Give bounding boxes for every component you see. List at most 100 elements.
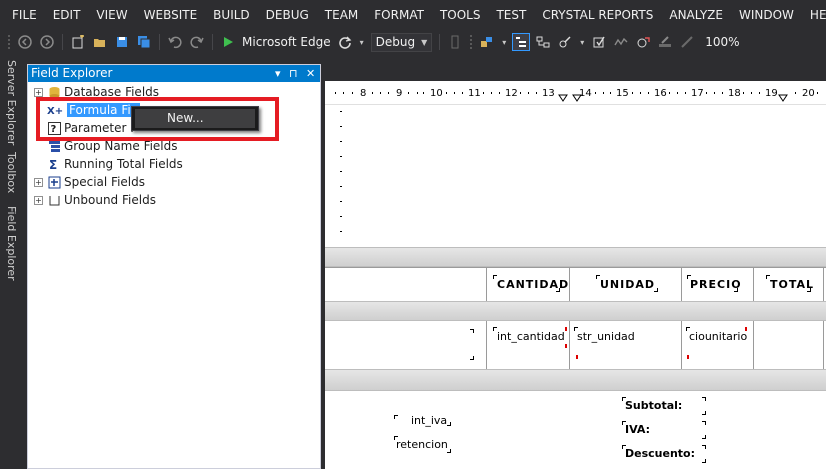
section-separator[interactable] (325, 369, 826, 391)
footer-label-descuento[interactable]: Descuento: (625, 447, 695, 460)
toolbar-separator (62, 34, 63, 50)
toolbox-tab[interactable]: Toolbox (4, 152, 18, 193)
menu-analyze[interactable]: ANALYZE (661, 0, 731, 31)
menu-help[interactable]: HELP (802, 0, 826, 31)
window-position-icon[interactable]: ▾ (275, 65, 281, 82)
unbound-fields-icon (47, 193, 61, 207)
footer-retencion[interactable]: retencion (396, 438, 448, 451)
expert-icon[interactable] (590, 33, 608, 51)
section-separator[interactable] (325, 247, 826, 267)
context-menu-new[interactable]: New... (135, 109, 255, 128)
group-name-icon (47, 139, 61, 153)
redo-icon[interactable] (188, 33, 206, 51)
footer-label-subtotal[interactable]: Subtotal: (625, 399, 682, 412)
special-fields-icon (47, 175, 61, 189)
menu-build[interactable]: BUILD (205, 0, 257, 31)
detail-ciounitario[interactable]: ciounitario (689, 330, 747, 343)
context-menu: New... (131, 106, 259, 131)
toolbar-grip[interactable] (469, 34, 474, 50)
menu-view[interactable]: VIEW (88, 0, 135, 31)
browser-label[interactable]: Microsoft Edge (242, 35, 331, 49)
refresh-icon[interactable] (336, 33, 354, 51)
menu-window[interactable]: WINDOW (731, 0, 802, 31)
tree-item-special-fields[interactable]: + Special Fields (34, 173, 145, 191)
column-line (753, 267, 754, 301)
server-explorer-tab[interactable]: Server Explorer (4, 60, 18, 145)
standard-toolbar: Microsoft Edge ▾ Debug ▼ ▾ ▾ 100% (0, 31, 826, 53)
menu-bar: FILE EDIT VIEW WEBSITE BUILD DEBUG TEAM … (0, 0, 826, 31)
zoom-value: 100% (705, 35, 740, 49)
section-guide-dots (340, 111, 346, 241)
run-icon[interactable] (219, 33, 237, 51)
header-unidad[interactable]: UNIDAD (600, 278, 655, 291)
chevron-down-icon: ▼ (421, 37, 428, 47)
tree-item-running-total-fields[interactable]: Σ Running Total Fields (34, 155, 183, 173)
zoom-select[interactable]: 100% (701, 33, 743, 52)
tree-item-unbound-fields[interactable]: + Unbound Fields (34, 191, 156, 209)
back-icon[interactable] (16, 33, 34, 51)
save-all-icon[interactable] (135, 33, 153, 51)
chevron-down-icon[interactable]: ▾ (500, 33, 508, 51)
menu-format[interactable]: FORMAT (366, 0, 432, 31)
tree-item-label: Special Fields (64, 175, 145, 189)
tree-item-label: Group Name Fields (64, 139, 178, 153)
find-icon[interactable] (478, 33, 496, 51)
report-designer: 8 9 10 11 12 13 14 15 16 17 18 19 20 CAN… (325, 81, 826, 469)
column-line (823, 267, 824, 301)
zigzag-icon[interactable] (612, 33, 630, 51)
solution-configuration-select[interactable]: Debug ▼ (370, 32, 433, 52)
outline-icon[interactable] (512, 33, 531, 51)
device-icon[interactable] (446, 33, 464, 51)
detail-int-cantidad[interactable]: int_cantidad (497, 330, 565, 343)
expand-icon[interactable]: + (34, 177, 43, 187)
brush-icon[interactable] (678, 33, 696, 51)
toolbar-grip[interactable] (7, 34, 11, 50)
tree-item-label: Unbound Fields (64, 193, 156, 207)
field-explorer-tab[interactable]: Field Explorer (4, 206, 18, 281)
expand-icon[interactable]: + (34, 195, 43, 205)
highlight-icon[interactable] (656, 33, 674, 51)
running-total-icon: Σ (47, 157, 61, 171)
visual-studio-window: FILE EDIT VIEW WEBSITE BUILD DEBUG TEAM … (0, 0, 826, 469)
toolbar-separator (212, 34, 213, 50)
horizontal-ruler: 8 9 10 11 12 13 14 15 16 17 18 19 20 (325, 81, 826, 105)
open-icon[interactable] (91, 33, 109, 51)
menu-tools[interactable]: TOOLS (432, 0, 489, 31)
column-line (753, 321, 754, 369)
side-tab-strip: Server Explorer Toolbox Field Explorer (0, 60, 22, 469)
panel-title: Field Explorer (31, 66, 113, 80)
undo-icon[interactable] (166, 33, 184, 51)
menu-debug[interactable]: DEBUG (258, 0, 317, 31)
hierarchy-icon[interactable] (534, 33, 552, 51)
export-icon[interactable] (634, 33, 652, 51)
column-line (823, 321, 824, 369)
close-icon[interactable]: ✕ (306, 65, 315, 82)
footer-int-iva[interactable]: int_iva (411, 414, 447, 427)
new-project-icon[interactable] (69, 33, 87, 51)
pin-icon[interactable]: ⊓ (289, 65, 298, 82)
configuration-value: Debug (375, 35, 416, 49)
column-line (681, 267, 682, 301)
save-icon[interactable] (113, 33, 131, 51)
svg-text:Σ: Σ (49, 158, 57, 171)
column-line (486, 267, 487, 301)
menu-website[interactable]: WEBSITE (136, 0, 206, 31)
menu-crystal-reports[interactable]: CRYSTAL REPORTS (534, 0, 661, 31)
forward-icon[interactable] (38, 33, 56, 51)
field-link-icon[interactable] (556, 33, 574, 51)
menu-edit[interactable]: EDIT (45, 0, 89, 31)
row-line (325, 267, 826, 268)
toolbar-separator (159, 34, 160, 50)
column-line (486, 321, 487, 369)
section-separator[interactable] (325, 301, 826, 321)
menu-test[interactable]: TEST (488, 0, 534, 31)
menu-team[interactable]: TEAM (317, 0, 366, 31)
chevron-down-icon[interactable]: ▾ (358, 33, 366, 51)
menu-file[interactable]: FILE (4, 0, 45, 31)
expand-icon[interactable]: + (34, 87, 43, 97)
detail-str-unidad[interactable]: str_unidad (577, 330, 635, 343)
footer-label-iva[interactable]: IVA: (625, 423, 650, 436)
chevron-down-icon[interactable]: ▾ (578, 33, 586, 51)
tree-item-label: Running Total Fields (64, 157, 183, 171)
